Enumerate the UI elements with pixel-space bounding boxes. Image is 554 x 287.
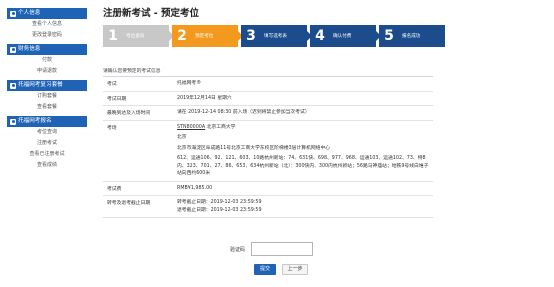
- step-number: 5: [384, 28, 394, 44]
- fee-value: RMB¥1,985.00: [177, 185, 213, 191]
- sidebar-header-label: 个人信息: [18, 10, 41, 16]
- date-label: 考试日期: [107, 96, 127, 102]
- table-row: 考试日期 2019年12月14日 星期六: [103, 92, 433, 106]
- sidebar-item-change-password[interactable]: 更改登录密码: [7, 30, 87, 41]
- submit-button[interactable]: 提交: [254, 264, 276, 275]
- venue-bus: 612、运通106、92、121、603、10路杭州新站：74、631快、698…: [177, 156, 429, 176]
- sidebar-section-personal: 个人信息 查看个人信息 更改登录密码: [7, 8, 87, 41]
- arrival-value: 请在 2019-12-14 08:30 前入场（迟到将禁止参加当次考试）: [177, 110, 310, 115]
- step-label: 考位查询: [126, 34, 145, 39]
- step-label: 报名成功: [402, 34, 421, 39]
- wallet-icon: [10, 46, 16, 53]
- step-label: 确认付费: [333, 34, 352, 39]
- sidebar-header-registration[interactable]: 托福网考报名: [7, 116, 87, 127]
- step-success: 5 报名成功: [379, 25, 445, 47]
- deadline-values: 转考截止日期：2019-12-03 23:59:59 退考截止日期：2019-1…: [173, 196, 433, 217]
- date-value: 2019年12月14日 星期六: [177, 95, 232, 101]
- sidebar-header-label: 托福网考复习套餐: [18, 82, 63, 88]
- step-number: 4: [315, 28, 325, 44]
- sidebar-header-label: 托福网考报名: [18, 118, 52, 124]
- arrival-label: 最晚到达及入场时间: [107, 111, 151, 116]
- page-title: 注册新考试 - 预定考位: [103, 8, 200, 19]
- deadline-label: 转考及退考截止日期: [107, 201, 151, 206]
- book-icon: [10, 82, 16, 89]
- table-row: 考试费 RMB¥1,985.00: [103, 182, 433, 196]
- venue-details: STN80000A 北京工商大学 北京 北京市海淀区阜成路11号北京工商大学东校…: [173, 121, 433, 181]
- captcha-input[interactable]: [251, 242, 314, 256]
- sidebar: 个人信息 查看个人信息 更改登录密码 财务信息 付款 申请退款 托福网考复习套餐…: [7, 6, 87, 174]
- sidebar-item-seat-search[interactable]: 考位查询: [7, 127, 87, 138]
- step-number: 1: [108, 28, 118, 44]
- sidebar-section-finance: 财务信息 付款 申请退款: [7, 44, 87, 77]
- exam-label: 考试: [107, 82, 117, 87]
- sidebar-item-payment[interactable]: 付款: [7, 55, 87, 66]
- fee-label: 考试费: [107, 186, 122, 192]
- back-button[interactable]: 上一步: [282, 264, 308, 275]
- venue-heading: STN80000A 北京工商大学: [177, 124, 429, 132]
- venue-address: 北京市海淀区阜成路11号北京工商大学东校区阶梯楼3层计算机网络中心: [177, 145, 331, 151]
- step-number: 3: [246, 28, 256, 44]
- sidebar-item-refund[interactable]: 申请退款: [7, 66, 87, 77]
- step-label: 填写选考表: [264, 34, 287, 39]
- table-row: 转考及退考截止日期 转考截止日期：2019-12-03 23:59:59 退考截…: [103, 196, 433, 218]
- sidebar-item-view-package[interactable]: 查看套餐: [7, 102, 87, 113]
- confirm-notice: 请确认您要预定的考试信息: [103, 69, 161, 74]
- sidebar-header-label: 财务信息: [18, 46, 41, 52]
- sidebar-header-review[interactable]: 托福网考复习套餐: [7, 80, 87, 91]
- venue-code-link[interactable]: STN80000A: [177, 125, 205, 130]
- transfer-deadline: 转考截止日期：2019-12-03 23:59:59: [177, 200, 262, 205]
- step-label: 预定考位: [195, 34, 214, 39]
- table-row: 最晚到达及入场时间 请在 2019-12-14 08:30 前入场（迟到将禁止参…: [103, 106, 433, 121]
- step-number: 2: [177, 28, 187, 44]
- sidebar-header-finance[interactable]: 财务信息: [7, 44, 87, 55]
- user-icon: [10, 10, 16, 17]
- sidebar-item-order-package[interactable]: 订购套餐: [7, 91, 87, 102]
- exam-info-table: 考试 托福网考® 考试日期 2019年12月14日 星期六 最晚到达及入场时间 …: [103, 76, 433, 218]
- registration-icon: [10, 118, 16, 125]
- sidebar-header-personal[interactable]: 个人信息: [7, 8, 87, 19]
- sidebar-item-register-exam[interactable]: 注册考试: [7, 138, 87, 149]
- venue-name: 北京工商大学: [206, 124, 236, 130]
- table-row: 考场 STN80000A 北京工商大学 北京 北京市海淀区阜成路11号北京工商大…: [103, 121, 433, 182]
- sidebar-section-registration: 托福网考报名 考位查询 注册考试 查看已注册考试 查看成绩: [7, 116, 87, 171]
- sidebar-item-registered-exams[interactable]: 查看已注册考试: [7, 149, 87, 160]
- step-seat-search: 1 考位查询: [103, 25, 174, 47]
- sidebar-item-scores[interactable]: 查看成绩: [7, 160, 87, 171]
- progress-steps: 1 考位查询 2 预定考位 3 填写选考表 4 确认付费 5 报名成功: [103, 25, 445, 47]
- refund-deadline: 退考截止日期：2019-12-03 23:59:59: [177, 207, 262, 213]
- sidebar-section-review: 托福网考复习套餐 订购套餐 查看套餐: [7, 80, 87, 113]
- venue-label: 考场: [107, 125, 117, 131]
- captcha-row: 验证码: [230, 242, 314, 256]
- step-reserve-seat: 2 预定考位: [172, 25, 243, 47]
- exam-value: 托福网考®: [177, 81, 201, 86]
- sidebar-item-view-profile[interactable]: 查看个人信息: [7, 19, 87, 30]
- step-fill-form: 3 填写选考表: [241, 25, 312, 47]
- step-confirm-payment: 4 确认付费: [310, 25, 381, 47]
- form-buttons: 提交 上一步: [254, 264, 308, 275]
- table-row: 考试 托福网考®: [103, 77, 433, 92]
- venue-city: 北京: [177, 135, 187, 140]
- captcha-label: 验证码: [230, 246, 246, 253]
